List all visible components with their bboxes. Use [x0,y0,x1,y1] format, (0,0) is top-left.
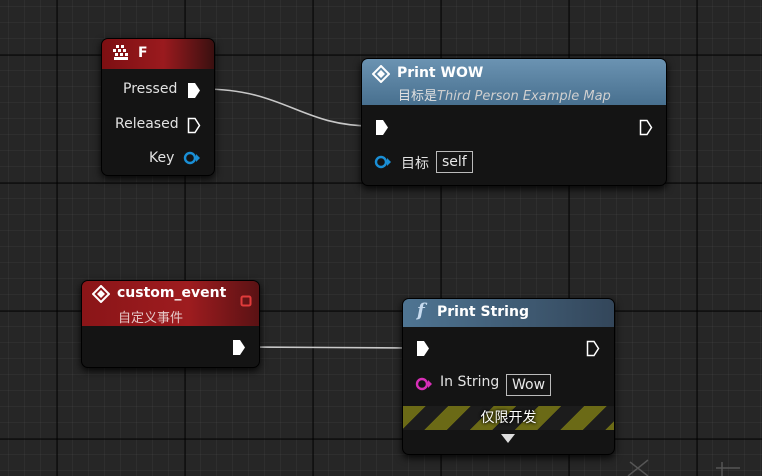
pressed-pin-label: Pressed [123,81,178,97]
development-only-label: 仅限开发 [480,410,537,426]
pressed-exec-pin-icon[interactable] [187,82,201,99]
exec-wire-custom-event-to-print-string[interactable] [248,346,413,349]
function-icon: f [417,300,425,321]
watermark-glyph [627,459,740,476]
print-wow-exec-in-pin-icon[interactable] [375,119,389,136]
print-wow-subtitle-target: Third Person Example Map [437,89,611,104]
event-diamond-icon [372,65,390,83]
key-input-node[interactable]: F Pressed Released Key [101,38,215,176]
print-wow-subtitle-prefix: 目标是 [398,89,438,104]
print-wow-node[interactable]: Print WOW 目标是Third Person Example Map 目标… [361,58,667,186]
print-string-title: Print String [437,304,529,320]
custom-event-node[interactable]: custom_event 自定义事件 [81,280,260,368]
key-pin-label: Key [149,150,175,166]
event-diamond-icon [92,285,110,303]
custom-event-title: custom_event [117,285,227,301]
print-wow-header[interactable]: Print WOW 目标是Third Person Example Map [362,59,666,105]
target-pin-label: 目标 [401,156,429,172]
custom-event-subtitle: 自定义事件 [118,311,184,326]
released-pin-label: Released [115,116,179,132]
in-string-pin-label: In String [440,374,500,390]
print-string-exec-out-pin-icon[interactable] [586,340,600,357]
print-string-node[interactable]: f Print String In String Wow 仅限开发 [402,298,615,455]
print-wow-title: Print WOW [397,65,484,81]
keyboard-icon [113,45,128,60]
custom-event-header[interactable]: custom_event 自定义事件 [82,281,259,326]
print-string-exec-in-pin-icon[interactable] [416,340,430,357]
target-value-field[interactable]: self [436,151,473,173]
exec-wire-pressed-to-print-wow[interactable] [202,88,373,127]
in-string-pin-icon[interactable] [414,377,434,391]
custom-event-exec-out-pin-icon[interactable] [232,339,246,356]
in-string-value-field[interactable]: Wow [506,374,552,396]
development-only-banner: 仅限开发 [403,406,614,430]
print-wow-subtitle: 目标是Third Person Example Map [398,85,611,104]
key-node-title: F [138,45,148,61]
print-string-header[interactable]: f Print String [403,299,614,327]
delegate-pin-icon[interactable] [240,295,252,307]
print-wow-exec-out-pin-icon[interactable] [639,119,653,136]
target-object-pin-icon[interactable] [373,155,393,169]
key-node-header[interactable]: F [102,39,214,69]
released-exec-pin-icon[interactable] [187,117,201,134]
expand-arrow-icon[interactable] [501,434,515,444]
key-struct-pin-icon[interactable] [182,151,202,165]
